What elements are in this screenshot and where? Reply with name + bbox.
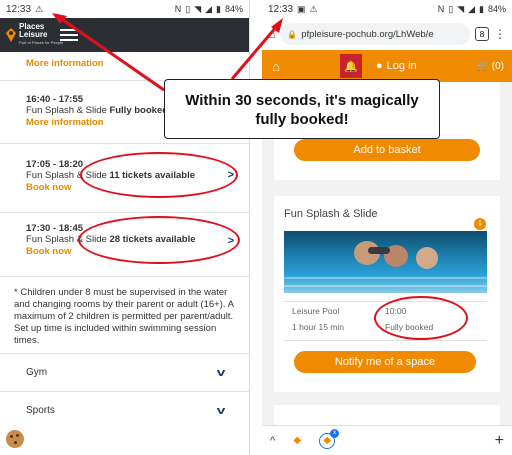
annotation-overlay bbox=[52, 13, 283, 92]
callout-line2: fully booked! bbox=[255, 111, 349, 128]
highlight-ring-11-tickets bbox=[80, 152, 238, 198]
arrow-line-left bbox=[59, 16, 165, 92]
callout-line1: Within 30 seconds, it's magically bbox=[185, 92, 419, 109]
annotation-callout: Within 30 seconds, it's magically fully … bbox=[164, 79, 440, 139]
highlight-ring-28-tickets bbox=[78, 216, 240, 264]
arrow-line-right bbox=[230, 25, 279, 80]
highlight-ring-fully-booked bbox=[374, 296, 468, 340]
